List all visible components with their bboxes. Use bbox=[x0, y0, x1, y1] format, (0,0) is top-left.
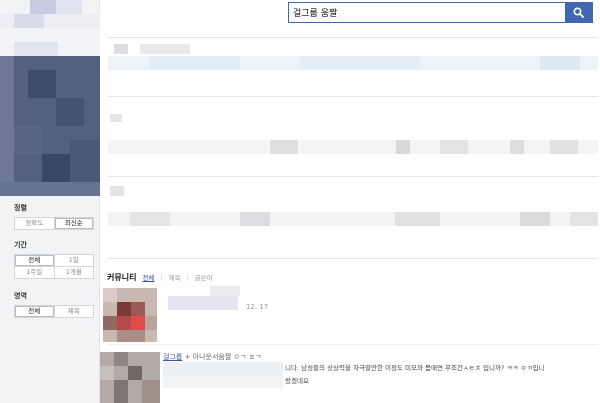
post-snippet-line2: 왔겠네요 bbox=[285, 377, 309, 385]
divider bbox=[108, 344, 598, 345]
area-option-title[interactable]: 제목 bbox=[55, 306, 94, 317]
tab-separator: | bbox=[160, 274, 163, 282]
area-title: 영역 bbox=[14, 292, 27, 300]
post-thumbnail[interactable] bbox=[100, 352, 160, 403]
period-option-1week[interactable]: 1주일 bbox=[15, 267, 55, 278]
post-thumbnail[interactable] bbox=[103, 288, 157, 342]
sort-option-accuracy[interactable]: 정확도 bbox=[15, 218, 55, 229]
area-option-all[interactable]: 전체 bbox=[15, 306, 55, 317]
period-filter: 기간 전체 1일 1주일 1개월 bbox=[14, 240, 94, 279]
period-option-1month[interactable]: 1개월 bbox=[55, 267, 94, 278]
search-input[interactable] bbox=[289, 3, 565, 22]
tab-all[interactable]: 전체 bbox=[142, 272, 154, 282]
community-title: 커뮤니티 bbox=[107, 273, 137, 282]
post-date: 12. 17 bbox=[246, 303, 269, 311]
sort-title: 정렬 bbox=[14, 204, 27, 212]
period-title: 기간 bbox=[14, 241, 27, 249]
search-bar bbox=[288, 2, 593, 23]
community-header: 커뮤니티 전체 | 제목 | 글쓴이 bbox=[107, 272, 213, 283]
period-option-all[interactable]: 전체 bbox=[15, 255, 55, 266]
tab-separator: | bbox=[186, 274, 189, 282]
tab-title[interactable]: 제목 bbox=[169, 272, 181, 282]
divider bbox=[108, 258, 598, 259]
divider bbox=[108, 37, 598, 38]
divider bbox=[108, 176, 598, 177]
post-title-keyword: 걸그룹 bbox=[163, 353, 183, 361]
filter-sidebar: 정렬 정확도 최신순 기간 전체 1일 1주일 1개월 영역 전체 제목 bbox=[0, 0, 100, 403]
search-button[interactable] bbox=[565, 3, 592, 22]
divider bbox=[108, 96, 598, 97]
search-icon bbox=[573, 7, 584, 18]
post-snippet: 니다. 남성들의 상상력을 자극할만한 이정도 미모와 몸매면 무조건ㅅㅌㅊ 입… bbox=[285, 364, 545, 372]
post-title-link[interactable]: 걸그룹 + 아나운서움짤 ㅇㄱ ㅍㄱ bbox=[163, 352, 262, 362]
sort-filter: 정렬 정확도 최신순 bbox=[14, 203, 94, 230]
sort-option-recent[interactable]: 최신순 bbox=[54, 218, 93, 229]
period-option-1day[interactable]: 1일 bbox=[55, 255, 94, 266]
area-filter: 영역 전체 제목 bbox=[14, 291, 94, 318]
post-title-tail: + 아나운서움짤 ㅇㄱ ㅍㄱ bbox=[184, 353, 262, 361]
tab-author[interactable]: 글쓴이 bbox=[195, 272, 213, 282]
